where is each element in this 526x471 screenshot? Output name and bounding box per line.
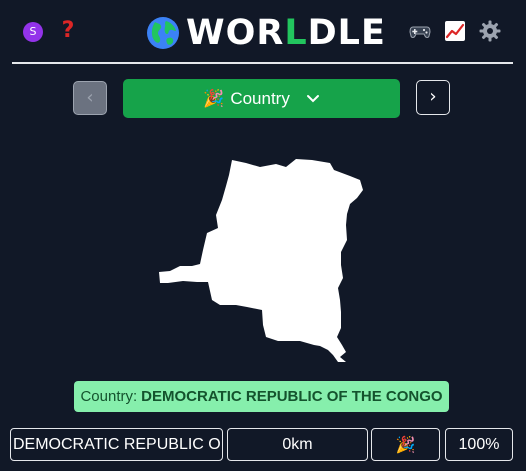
guess-distance: 0km: [227, 428, 368, 461]
mode-label: Country: [230, 88, 290, 108]
logo-text-part2: L: [284, 13, 308, 53]
gear-icon[interactable]: [479, 20, 501, 42]
help-icon[interactable]: ?: [58, 18, 78, 44]
country-silhouette: [159, 159, 363, 362]
answer-banner: Country: DEMOCRATIC REPUBLIC OF THE CONG…: [74, 381, 449, 412]
next-button[interactable]: ›: [416, 80, 450, 115]
answer-value: DEMOCRATIC REPUBLIC OF THE CONGO: [141, 388, 443, 405]
answer-label: Country:: [80, 388, 138, 405]
guess-country-name: DEMOCRATIC REPUBLIC OF...: [10, 428, 223, 461]
guess-proximity: 100%: [445, 428, 513, 461]
header: S ? WORLDLE: [0, 0, 526, 62]
party-icon: 🎉: [203, 88, 225, 108]
prev-button[interactable]: ‹: [73, 81, 107, 115]
globe-icon: [147, 17, 179, 49]
guess-direction-icon: 🎉: [371, 428, 440, 461]
games-icon[interactable]: [409, 20, 431, 42]
chevron-down-icon: [306, 94, 319, 102]
logo-text-part1: WOR: [186, 13, 285, 53]
mode-select-button[interactable]: 🎉 Country: [123, 79, 400, 118]
header-divider: [12, 62, 513, 64]
logo-text: WORLDLE: [186, 13, 386, 53]
stats-icon[interactable]: [444, 20, 466, 42]
logo-text-part3: DLE: [307, 13, 386, 53]
logo: WORLDLE: [146, 13, 386, 53]
avatar-icon[interactable]: S: [23, 22, 43, 42]
